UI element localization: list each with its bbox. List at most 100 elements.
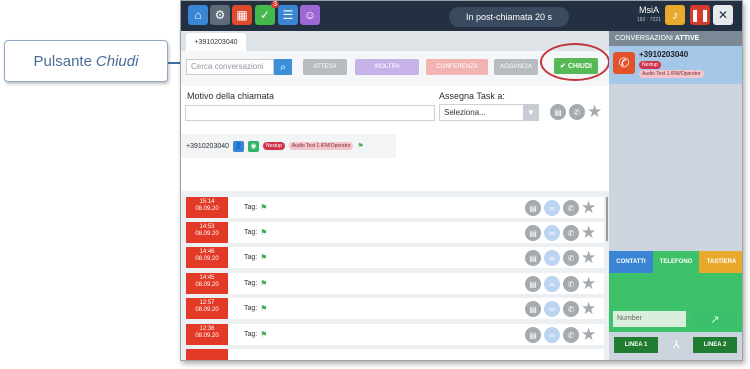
note-icon[interactable]: ▤ — [550, 104, 566, 120]
list-icon[interactable]: ☰ — [278, 5, 298, 25]
call-time: 14:45 — [199, 275, 215, 281]
call-date: 08.09.20 — [195, 256, 219, 262]
star-icon[interactable]: ★ — [581, 199, 596, 216]
calendar-icon[interactable]: ▦ — [232, 5, 252, 25]
call-icon[interactable]: ✆ — [563, 250, 579, 266]
voicemail-icon[interactable]: ∞ — [544, 276, 560, 292]
call-time: 12:36 — [199, 326, 215, 332]
tag-add-icon[interactable]: ⚑ — [260, 279, 267, 288]
active-conversation-item[interactable]: ✆ +3910203040 Nextup Audio Test 1 IFM/Op… — [609, 46, 742, 84]
contact-number: +3910203040 — [186, 142, 230, 150]
call-icon[interactable]: ✆ — [563, 276, 579, 292]
user-info: MsiA 183 · 7221 — [637, 5, 661, 25]
active-conversations-header: CONVERSAZIONI ATTIVE — [609, 31, 742, 46]
tag-label: Tag: — [244, 254, 258, 261]
person-icon[interactable]: 👤 — [233, 140, 245, 152]
check-icon[interactable]: ✓ 3 — [255, 1, 279, 25]
active-nextup-tag: Nextup — [639, 61, 661, 69]
history-row[interactable]: 15:14 08.09.20 Tag: ⚑ — [186, 197, 604, 218]
history-row[interactable]: 12:57 08.09.20 Tag: ⚑ — [186, 298, 604, 319]
call-time-badge: 14:53 08.09.20 — [186, 222, 228, 243]
headset-icon[interactable]: ♪ — [665, 5, 685, 25]
hangup-button[interactable]: AGGANCIA — [494, 59, 538, 75]
call-date: 08.09.20 — [195, 282, 219, 288]
forward-button[interactable]: INOLTRA — [355, 59, 419, 75]
call-icon[interactable]: ✆ — [563, 301, 579, 317]
note-icon[interactable]: ▤ — [525, 327, 541, 343]
tab-conversation[interactable]: +3910203040 — [186, 33, 246, 51]
history-row[interactable]: 12:36 08.09.20 Tag: ⚑ — [186, 324, 604, 345]
chevron-down-icon[interactable]: ▼ — [523, 104, 539, 121]
star-icon[interactable]: ★ — [581, 249, 596, 266]
tag-add-icon[interactable]: ⚑ — [260, 228, 267, 237]
tab-contacts[interactable]: CONTATTI — [609, 251, 653, 273]
call-time-badge: 12:57 08.09.20 — [186, 298, 228, 319]
star-icon[interactable]: ★ — [581, 224, 596, 241]
star-icon[interactable]: ★ — [581, 275, 596, 292]
assign-label: Assegna Task a: — [439, 91, 505, 101]
star-icon[interactable]: ★ — [587, 103, 602, 120]
gear-icon[interactable]: ⚙ — [210, 5, 230, 25]
tag-add-icon[interactable]: ⚑ — [260, 203, 267, 212]
call-icon[interactable]: ✆ — [563, 200, 579, 216]
pause-icon[interactable]: ❚❚ — [690, 5, 710, 25]
active-operator-tag: Audio Test 1 IFM/Operator — [639, 70, 704, 78]
tag-label: Tag: — [244, 280, 258, 287]
star-icon[interactable]: ★ — [581, 326, 596, 343]
nextup-tag: Nextup — [263, 142, 285, 150]
header-strong: ATTIVE — [674, 35, 700, 42]
note-icon[interactable]: ▤ — [525, 200, 541, 216]
hold-button[interactable]: ATTESA — [303, 59, 347, 75]
callout-box: Pulsante Chiudi — [4, 40, 168, 82]
history-row[interactable]: 14:46 08.09.20 Tag: ⚑ — [186, 247, 604, 268]
tab-keypad[interactable]: TASTIERA — [699, 251, 742, 273]
call-date: 08.09.20 — [195, 231, 219, 237]
call-time-badge: 12:36 08.09.20 — [186, 324, 228, 345]
active-number: +3910203040 — [639, 50, 689, 59]
reason-input[interactable] — [185, 105, 435, 121]
voicemail-icon[interactable]: ∞ — [544, 250, 560, 266]
call-icon[interactable]: ✆ — [563, 225, 579, 241]
call-icon[interactable]: ✆ — [569, 104, 585, 120]
call-time: 12:57 — [199, 300, 215, 306]
phone-icon: ✆ — [613, 52, 635, 74]
callout-emphasis: Chiudi — [95, 52, 139, 70]
call-icon[interactable]: ✆ — [563, 327, 579, 343]
history-row[interactable]: 14:53 08.09.20 Tag: ⚑ — [186, 222, 604, 243]
call-time: 14:53 — [199, 224, 215, 230]
split-icon: ⅄ — [673, 339, 680, 351]
app-window: ⌂ ⚙ ▦ ✓ 3 ☰ ☺ In post-chiamata 20 s MsiA … — [180, 0, 743, 361]
home-icon[interactable]: ⌂ — [188, 5, 208, 25]
call-time-badge: 14:45 08.09.20 — [186, 273, 228, 294]
note-icon[interactable]: ▤ — [525, 276, 541, 292]
search-input[interactable]: Cerca conversazioni — [186, 59, 274, 75]
tag-add-icon[interactable]: ⚑ — [260, 304, 267, 313]
tag-add-icon[interactable]: ⚑ — [357, 142, 363, 150]
history-row[interactable]: 14:45 08.09.20 Tag: ⚑ — [186, 273, 604, 294]
voicemail-icon[interactable]: ∞ — [544, 200, 560, 216]
dial-arrow-icon[interactable]: ↗ — [693, 311, 737, 327]
call-status: In post-chiamata 20 s — [449, 7, 569, 27]
history-row[interactable] — [186, 349, 604, 360]
line-2-button[interactable]: LINEA 2 — [693, 337, 737, 353]
voicemail-icon[interactable]: ∞ — [544, 327, 560, 343]
star-icon[interactable]: ★ — [581, 300, 596, 317]
number-input[interactable]: Number — [613, 311, 686, 327]
tag-add-icon[interactable]: ⚑ — [260, 330, 267, 339]
scrollbar[interactable] — [606, 197, 608, 241]
note-icon[interactable]: ▤ — [525, 225, 541, 241]
tag-add-icon[interactable]: ⚑ — [260, 253, 267, 262]
close-icon[interactable]: ✕ — [713, 5, 733, 25]
voicemail-icon[interactable]: ∞ — [544, 225, 560, 241]
tab-phone[interactable]: TELEFONO — [653, 251, 699, 273]
contact-bar: +3910203040 👤 ◉ Nextup Audio Test 1 IFM/… — [181, 134, 396, 158]
search-icon[interactable]: ⌕ — [274, 59, 292, 75]
whatsapp-icon[interactable]: ◉ — [248, 140, 260, 152]
voicemail-icon[interactable]: ∞ — [544, 301, 560, 317]
note-icon[interactable]: ▤ — [525, 250, 541, 266]
conference-button[interactable]: CONFERENZA — [426, 59, 488, 75]
line-1-button[interactable]: LINEA 1 — [614, 337, 658, 353]
note-icon[interactable]: ▤ — [525, 301, 541, 317]
contacts-icon[interactable]: ☺ — [300, 5, 320, 25]
highlight-ellipse — [540, 43, 610, 81]
